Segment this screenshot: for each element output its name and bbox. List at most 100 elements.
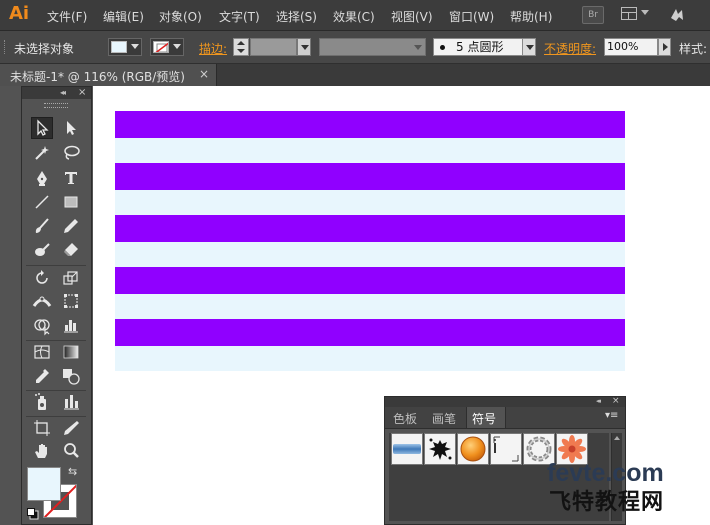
- stroke-label[interactable]: 描边:: [199, 40, 227, 57]
- menu-help[interactable]: 帮助(H): [510, 8, 552, 25]
- light-stripe[interactable]: [115, 346, 625, 371]
- slice-tool-icon[interactable]: [60, 417, 82, 439]
- chevron-right-icon[interactable]: [658, 38, 671, 56]
- stroke-color-dropdown[interactable]: [150, 38, 184, 56]
- type-tool-icon[interactable]: [60, 167, 82, 189]
- divider: [26, 265, 86, 266]
- lasso-tool-icon[interactable]: [60, 142, 82, 164]
- fill-color-dropdown[interactable]: [108, 38, 142, 56]
- paintbrush-tool-icon[interactable]: [31, 215, 53, 237]
- eyedropper-tool-icon[interactable]: [31, 365, 53, 387]
- control-bar: 未选择对象 描边: 5 点圆形 不透明度: 100% 样式:: [0, 31, 710, 64]
- swap-fill-stroke-icon[interactable]: ⇆: [68, 465, 77, 478]
- brush-label: 5 点圆形: [456, 40, 504, 54]
- free-transform-tool-icon[interactable]: [60, 290, 82, 312]
- bar-graph-tool-icon[interactable]: [60, 391, 82, 413]
- document-tab[interactable]: 未标题-1* @ 116% (RGB/预览) ×: [0, 64, 217, 86]
- tab-symbols[interactable]: 符号: [472, 410, 496, 427]
- shape-builder-tool-icon[interactable]: [31, 314, 53, 336]
- close-icon[interactable]: ×: [199, 67, 209, 81]
- chevron-down-icon: [131, 44, 139, 49]
- symbol-orange-circle[interactable]: [457, 433, 489, 465]
- document-tab-bar: 未标题-1* @ 116% (RGB/预览) ×: [0, 64, 710, 86]
- symbol-blue-bar[interactable]: [391, 433, 423, 465]
- rectangle-tool-icon[interactable]: [60, 191, 82, 213]
- symbol-ink-splat[interactable]: [424, 433, 456, 465]
- close-icon[interactable]: ×: [78, 87, 86, 98]
- watermark-site-name: 飞特教程网: [549, 490, 665, 515]
- menu-view[interactable]: 视图(V): [391, 8, 433, 25]
- hand-tool-icon[interactable]: [31, 440, 53, 462]
- symbol-sprayer-tool-icon[interactable]: [31, 391, 53, 413]
- symbols-panel-header[interactable]: ◂◂ ×: [385, 396, 625, 407]
- opacity-label[interactable]: 不透明度:: [544, 40, 596, 57]
- menu-bar: Ai 文件(F) 编辑(E) 对象(O) 文字(T) 选择(S) 效果(C) 视…: [0, 0, 710, 31]
- mesh-tool-icon[interactable]: [31, 341, 53, 363]
- selection-tool-icon[interactable]: [31, 117, 53, 139]
- artboard-tool-icon[interactable]: [31, 417, 53, 439]
- panel-menu-icon[interactable]: ▾≡: [605, 410, 618, 421]
- menu-window[interactable]: 窗口(W): [449, 8, 494, 25]
- collapse-icon[interactable]: ◂◂: [60, 88, 66, 97]
- variable-width-profile-dropdown[interactable]: [319, 38, 426, 56]
- menu-edit[interactable]: 编辑(E): [103, 8, 144, 25]
- default-fill-stroke-icon[interactable]: [27, 508, 39, 520]
- light-stripe[interactable]: [115, 138, 625, 163]
- blend-tool-icon[interactable]: [60, 365, 82, 387]
- purple-stripe[interactable]: [115, 215, 625, 242]
- stroke-weight-field[interactable]: [250, 38, 297, 56]
- blob-brush-tool-icon[interactable]: [31, 239, 53, 261]
- brush-dot-icon: [440, 45, 445, 50]
- rotate-tool-icon[interactable]: [31, 267, 53, 289]
- purple-stripe[interactable]: [115, 163, 625, 190]
- menu-type[interactable]: 文字(T): [219, 8, 260, 25]
- purple-stripe[interactable]: [115, 111, 625, 138]
- width-tool-icon[interactable]: [31, 290, 53, 312]
- purple-stripe[interactable]: [115, 319, 625, 346]
- menu-effect[interactable]: 效果(C): [333, 8, 375, 25]
- panel-grip[interactable]: [44, 103, 68, 108]
- symbol-bracket[interactable]: [490, 433, 522, 465]
- column-graph-tool-icon[interactable]: [60, 314, 82, 336]
- tab-swatches[interactable]: 色板: [393, 410, 417, 427]
- document-tab-title: 未标题-1* @ 116% (RGB/预览): [10, 70, 185, 84]
- chevron-down-icon[interactable]: [522, 38, 536, 56]
- selection-status: 未选择对象: [14, 42, 75, 56]
- direct-selection-tool-icon[interactable]: [60, 117, 82, 139]
- none-stroke-icon: [153, 41, 169, 53]
- menu-object[interactable]: 对象(O): [159, 8, 202, 25]
- style-label: 样式:: [679, 42, 708, 56]
- close-icon[interactable]: ×: [612, 396, 620, 406]
- menu-file[interactable]: 文件(F): [47, 8, 87, 25]
- magic-wand-tool-icon[interactable]: [31, 142, 53, 164]
- fill-swatch: [111, 41, 127, 53]
- light-stripe[interactable]: [115, 190, 625, 215]
- light-stripe[interactable]: [115, 294, 625, 319]
- brush-definition-dropdown[interactable]: 5 点圆形: [433, 38, 535, 56]
- light-stripe[interactable]: [115, 242, 625, 267]
- tools-panel-header[interactable]: ◂◂ ×: [22, 87, 91, 99]
- scale-tool-icon[interactable]: [60, 267, 82, 289]
- stroke-weight-stepper[interactable]: [233, 38, 249, 56]
- creative-cloud-sync-icon[interactable]: [667, 5, 687, 25]
- fill-color-box[interactable]: [27, 467, 61, 501]
- collapse-icon[interactable]: ◂◂: [596, 397, 601, 405]
- pen-tool-icon[interactable]: [31, 167, 53, 189]
- gradient-tool-icon[interactable]: [60, 341, 82, 363]
- tools-panel: ◂◂ × ⇆: [21, 86, 92, 525]
- chevron-down-icon: [173, 44, 181, 49]
- opacity-input[interactable]: 100%: [604, 38, 658, 56]
- workspace-grid-icon[interactable]: [621, 7, 651, 21]
- stroke-weight-dropdown[interactable]: [297, 38, 311, 56]
- purple-stripe[interactable]: [115, 267, 625, 294]
- eraser-tool-icon[interactable]: [60, 239, 82, 261]
- control-bar-grip[interactable]: [4, 40, 7, 54]
- bridge-button[interactable]: Br: [582, 6, 604, 24]
- zoom-tool-icon[interactable]: [60, 440, 82, 462]
- app-logo: Ai: [9, 3, 30, 24]
- line-segment-tool-icon[interactable]: [31, 191, 53, 213]
- symbols-panel-tabs: 色板 画笔 符号 ▾≡: [385, 407, 625, 429]
- tab-brushes[interactable]: 画笔: [432, 410, 456, 427]
- pencil-tool-icon[interactable]: [60, 215, 82, 237]
- menu-select[interactable]: 选择(S): [276, 8, 317, 25]
